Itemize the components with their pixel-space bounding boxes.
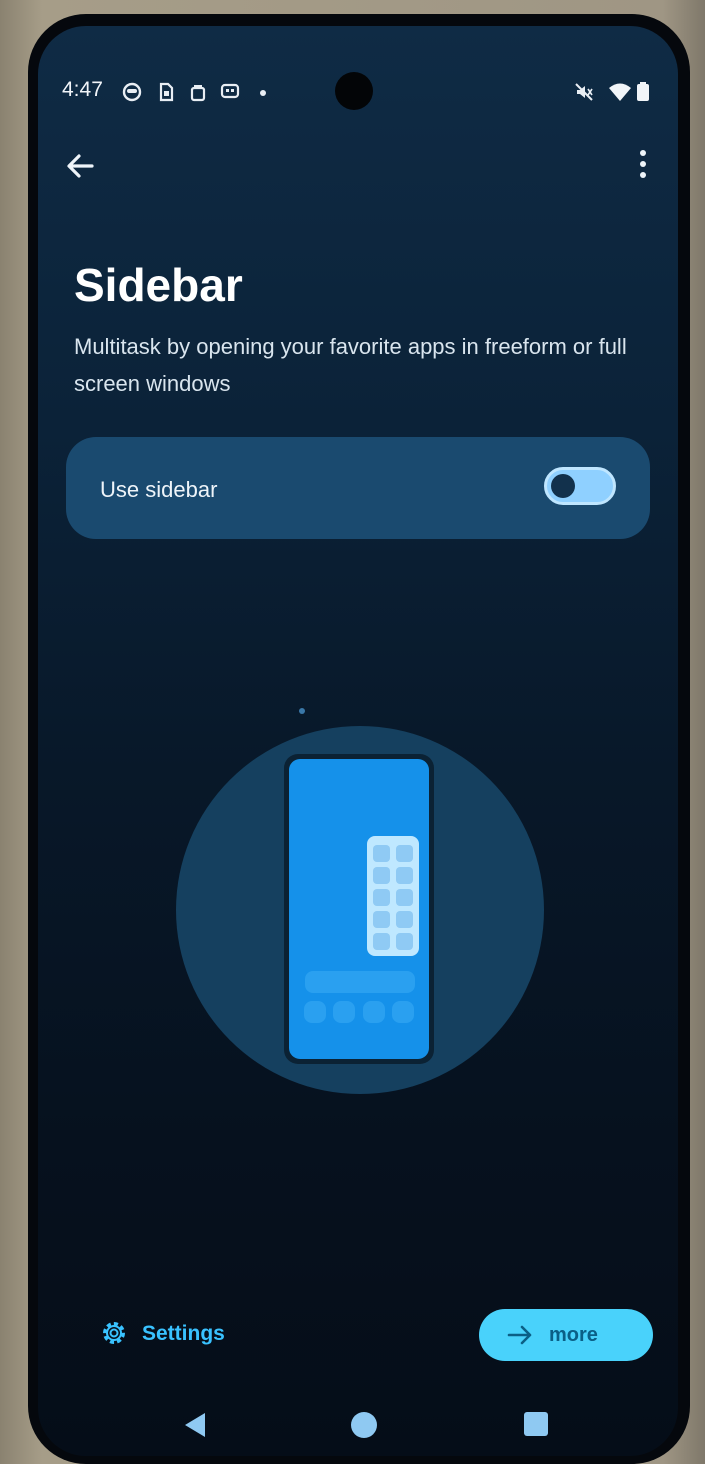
more-label: more bbox=[549, 1324, 598, 1346]
front-camera bbox=[335, 72, 373, 110]
more-vert-icon[interactable] bbox=[628, 146, 658, 182]
arrow-left-icon[interactable] bbox=[62, 148, 98, 184]
nav-back-icon[interactable] bbox=[181, 1411, 207, 1439]
more-button[interactable]: more bbox=[479, 1309, 653, 1361]
battery-icon bbox=[637, 82, 649, 101]
face-icon bbox=[122, 82, 142, 102]
system-nav-bar bbox=[38, 1396, 678, 1446]
mute-icon bbox=[575, 83, 593, 101]
use-sidebar-switch[interactable] bbox=[544, 467, 616, 505]
chat-icon bbox=[220, 83, 240, 99]
bag-icon bbox=[190, 85, 206, 102]
nav-home-icon[interactable] bbox=[351, 1412, 377, 1438]
wifi-icon bbox=[609, 83, 631, 101]
phone-frame: 4:47 Sidebar Multitask by opening your f… bbox=[28, 14, 690, 1464]
switch-knob bbox=[551, 474, 575, 498]
nav-recents-icon[interactable] bbox=[524, 1412, 548, 1436]
gear-icon bbox=[103, 1322, 125, 1344]
screen: 4:47 Sidebar Multitask by opening your f… bbox=[38, 26, 678, 1456]
page-subtitle: Multitask by opening your favorite apps … bbox=[74, 334, 627, 396]
notification-dot-icon bbox=[260, 90, 266, 96]
use-sidebar-label: Use sidebar bbox=[100, 477, 218, 502]
page-title: Sidebar bbox=[74, 259, 243, 311]
arrow-right-icon bbox=[507, 1325, 532, 1345]
sidebar-illustration bbox=[176, 708, 544, 1094]
sim-icon bbox=[159, 82, 174, 102]
settings-label: Settings bbox=[142, 1322, 225, 1345]
use-sidebar-row[interactable]: Use sidebar bbox=[66, 437, 650, 539]
status-time: 4:47 bbox=[62, 78, 103, 101]
